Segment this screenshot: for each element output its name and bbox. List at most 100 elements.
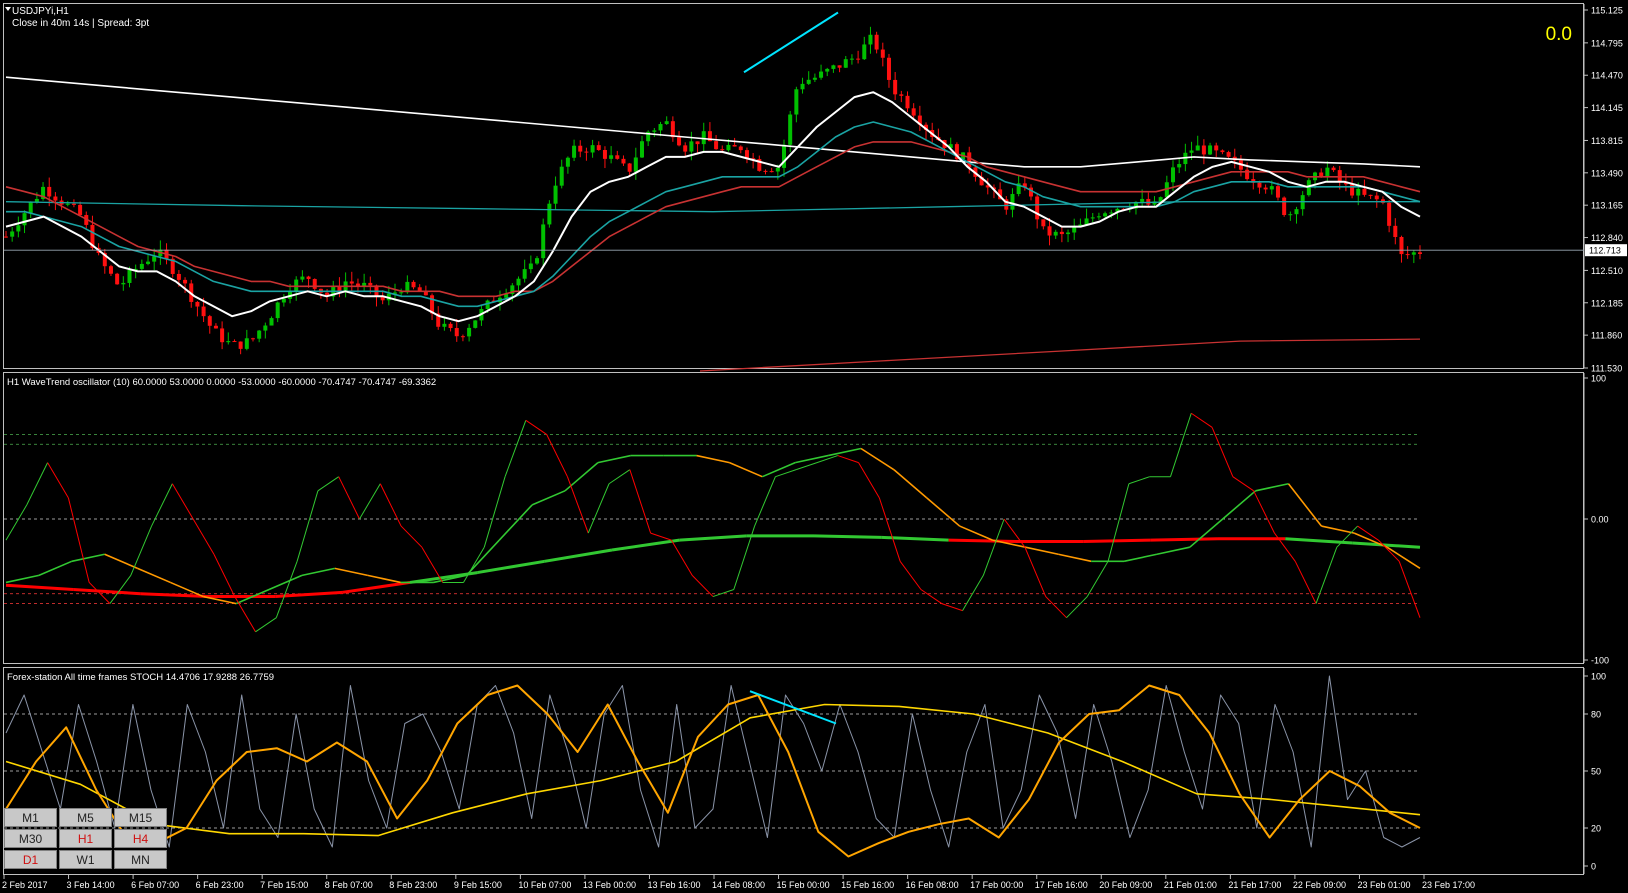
wt-trend-segment (813, 534, 882, 539)
price-tick-label: 114.145 (1591, 103, 1623, 113)
candle-body (1350, 184, 1355, 196)
candle-body (442, 323, 447, 327)
candle-body (183, 279, 188, 284)
candle-body (1140, 198, 1145, 202)
time-tick-label: 3 Feb 14:00 (67, 880, 115, 890)
candle-body (1263, 187, 1268, 190)
candle-body (1288, 214, 1293, 216)
candle-body (837, 65, 842, 68)
candle-body (349, 281, 354, 284)
candle-body (565, 157, 570, 167)
tf-button-mn[interactable]: MN (114, 850, 167, 869)
time-tick-label: 21 Feb 17:00 (1228, 880, 1281, 890)
candle-body (53, 196, 58, 201)
candle-body (899, 94, 904, 96)
time-tick-label: 13 Feb 16:00 (647, 880, 700, 890)
symbol-title: USDJPYi,H1 (12, 6, 69, 17)
candle-body (244, 338, 249, 349)
candle-body (1356, 188, 1361, 196)
candle-body (714, 141, 719, 150)
price-tick-label: 114.795 (1591, 38, 1623, 48)
candle-body (195, 301, 200, 307)
candle-body (572, 145, 577, 158)
candle-body (535, 258, 540, 264)
candle-body (355, 283, 360, 286)
candle-body (541, 224, 546, 259)
candle-body (78, 204, 83, 216)
time-tick-label: 20 Feb 09:00 (1099, 880, 1152, 890)
candle-body (1195, 145, 1200, 151)
candle-body (843, 59, 848, 68)
candle-body (1059, 231, 1064, 235)
candle-body (627, 163, 632, 172)
tf-button-w1[interactable]: W1 (59, 850, 112, 869)
candle-body (905, 95, 910, 109)
candle-body (695, 141, 700, 145)
candle-body (226, 341, 231, 343)
candle-body (738, 146, 743, 151)
candle-body (1294, 209, 1299, 215)
price-tick-label: 115.125 (1591, 6, 1623, 16)
tf-button-m15[interactable]: M15 (114, 808, 167, 827)
price-tick-label: 112.185 (1591, 298, 1623, 308)
time-tick-label: 10 Feb 07:00 (518, 880, 571, 890)
time-tick-label: 8 Feb 23:00 (389, 880, 437, 890)
price-tick-label: 112.510 (1591, 266, 1623, 276)
candle-body (220, 328, 225, 343)
candle-body (775, 167, 780, 172)
candle-body (553, 185, 558, 204)
candle-body (1337, 170, 1342, 182)
candle-body (664, 121, 669, 125)
candle-body (108, 266, 113, 274)
tf-button-m1[interactable]: M1 (4, 808, 57, 827)
candle-body (201, 306, 206, 317)
candle-body (1393, 225, 1398, 237)
candle-body (886, 57, 891, 80)
time-tick-label: 2 Feb 2017 (2, 880, 48, 890)
candle-body (590, 145, 595, 153)
candle-body (615, 155, 620, 159)
candle-body (250, 338, 255, 340)
candle-body (1109, 212, 1114, 214)
price-tick-label: 113.815 (1591, 136, 1623, 146)
st-tick-label: 20 (1591, 824, 1601, 834)
wt-trend-segment (948, 538, 1017, 544)
tf-button-h4[interactable]: H4 (114, 829, 167, 848)
candle-body (152, 256, 157, 262)
candle-body (911, 108, 916, 116)
candle-body (121, 282, 126, 285)
candle-body (1171, 167, 1176, 183)
tf-button-h1[interactable]: H1 (59, 829, 112, 848)
candle-body (1053, 231, 1058, 236)
time-tick-label: 6 Feb 07:00 (131, 880, 179, 890)
time-tick-label: 15 Feb 00:00 (777, 880, 830, 890)
wt-tick-label: -100 (1591, 656, 1609, 666)
candle-body (1189, 150, 1194, 153)
candle-body (720, 149, 725, 151)
tf-button-m5[interactable]: M5 (59, 808, 112, 827)
candle-body (4, 236, 8, 238)
candle-body (1275, 186, 1280, 198)
candle-body (300, 276, 305, 280)
tf-button-m30[interactable]: M30 (4, 829, 57, 848)
candle-body (732, 144, 737, 147)
candle-body (1387, 202, 1392, 226)
candle-body (10, 231, 15, 237)
candle-body (417, 287, 422, 291)
candle-body (362, 282, 367, 286)
candle-body (701, 131, 706, 145)
price-tick-label: 113.165 (1591, 201, 1623, 211)
time-tick-label: 23 Feb 01:00 (1357, 880, 1410, 890)
candle-body (1208, 145, 1213, 155)
candle-body (1325, 167, 1330, 177)
candle-body (1399, 236, 1404, 255)
price-tick-label: 113.490 (1591, 168, 1623, 178)
candle-body (609, 155, 614, 159)
candle-body (1405, 254, 1410, 256)
candle-body (1090, 217, 1095, 219)
wt-tick-label: 0.00 (1591, 515, 1609, 525)
tf-button-d1[interactable]: D1 (4, 850, 57, 869)
candle-body (207, 316, 212, 326)
price-tick-label: 111.530 (1591, 364, 1622, 374)
time-tick-label: 23 Feb 17:00 (1422, 880, 1475, 890)
